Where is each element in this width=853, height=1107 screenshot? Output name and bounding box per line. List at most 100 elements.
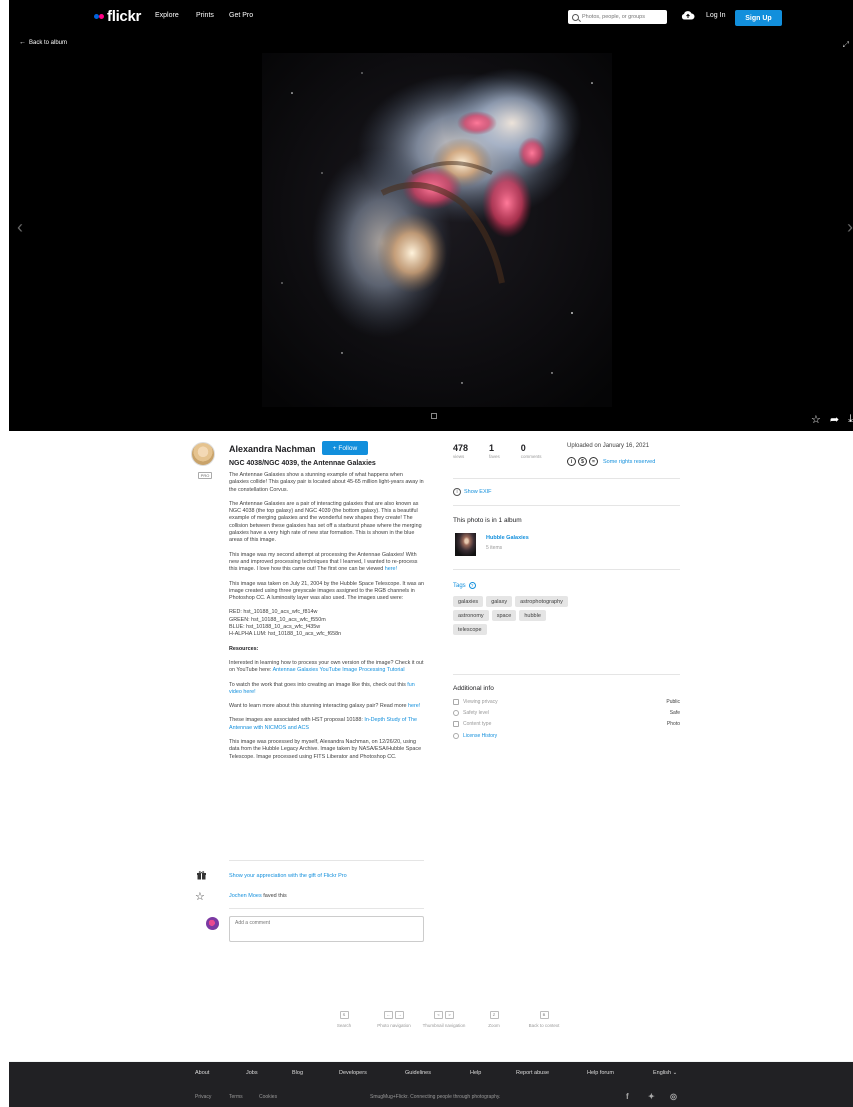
back-to-album-link[interactable]: ← Back to album	[19, 39, 67, 46]
desc-paragraph: The Antennae Galaxies are a pair of inte…	[229, 500, 422, 544]
logo-dots-icon	[94, 14, 104, 19]
star-icon: ☆	[195, 891, 205, 903]
footer-tagline: SmugMug+Flickr. Connecting people throug…	[370, 1094, 501, 1100]
signup-button[interactable]: Sign Up	[735, 10, 782, 26]
flickr-logo[interactable]: flickr	[94, 8, 141, 25]
tag[interactable]: astronomy	[453, 610, 489, 621]
facebook-icon[interactable]: f	[626, 1092, 629, 1101]
search-box[interactable]	[568, 10, 667, 24]
photo-stats: 478 views 1 faves 0 comments	[453, 443, 542, 459]
footer-privacy[interactable]: Privacy	[195, 1094, 211, 1100]
footer-report-abuse[interactable]: Report abuse	[516, 1070, 549, 1076]
photo-description: The Antennae Galaxies show a stunning ex…	[229, 472, 424, 768]
desc-paragraph: Interested in learning how to process yo…	[229, 659, 424, 674]
desc-paragraph: The Antennae Galaxies show a stunning ex…	[229, 472, 424, 493]
info-icon: i	[453, 488, 461, 496]
image-icon	[453, 721, 459, 727]
nav-explore[interactable]: Explore	[155, 12, 179, 19]
tag[interactable]: astrophotography	[515, 596, 568, 607]
page: flickr Explore Prints Get Pro Log In Sig…	[9, 0, 853, 1107]
tags-list: galaxies galaxy astrophotography astrono…	[453, 596, 573, 635]
footer-help[interactable]: Help	[470, 1070, 481, 1076]
top-nav: flickr Explore Prints Get Pro Log In Sig…	[9, 0, 853, 32]
footer-help-forum[interactable]: Help forum	[587, 1070, 614, 1076]
divider	[453, 674, 680, 675]
divider	[229, 860, 424, 861]
stat-faves[interactable]: 1 faves	[489, 443, 500, 459]
rights-link[interactable]: Some rights reserved	[603, 459, 655, 465]
desc-paragraph: These images are associated with HST pro…	[229, 717, 417, 731]
footer-terms[interactable]: Terms	[229, 1094, 243, 1100]
help-icon[interactable]: ?	[468, 582, 476, 589]
shortcut-search: S Search	[319, 1011, 369, 1029]
footer-about[interactable]: About	[195, 1070, 209, 1076]
first-version-link[interactable]: here!	[385, 566, 397, 572]
tag[interactable]: space	[491, 610, 517, 621]
share-icon[interactable]: ➦	[830, 413, 839, 426]
shortcut-zoom: Z Zoom	[469, 1011, 519, 1029]
tag[interactable]: galaxies	[453, 596, 484, 607]
twitter-icon[interactable]: ✦	[648, 1092, 655, 1101]
author-name[interactable]: Alexandra Nachman	[229, 444, 316, 454]
album-link[interactable]: Hubble Galaxies	[486, 535, 529, 541]
upload-date: Uploaded on January 16, 2021	[567, 443, 650, 449]
footer-cookies[interactable]: Cookies	[259, 1094, 277, 1100]
tags-heading[interactable]: Tags ?	[453, 582, 476, 589]
footer-blog[interactable]: Blog	[292, 1070, 303, 1076]
footer-jobs[interactable]: Jobs	[246, 1070, 258, 1076]
footer-developers[interactable]: Developers	[339, 1070, 367, 1076]
fullscreen-icon[interactable]	[431, 413, 437, 419]
footer-bottom: Privacy Terms Cookies SmugMug+Flickr. Co…	[9, 1092, 853, 1102]
license-history-link[interactable]: License History	[453, 733, 497, 739]
youtube-tutorial-link[interactable]: Antennae Galaxies YouTube Image Processi…	[273, 667, 405, 673]
divider	[453, 505, 680, 506]
gift-icon	[197, 871, 206, 880]
nav-get-pro[interactable]: Get Pro	[229, 12, 253, 19]
viewer-actions: ☆ ➦ ⤓	[811, 413, 853, 426]
download-icon[interactable]: ⤓	[848, 413, 853, 426]
key-cap: <	[434, 1011, 443, 1019]
nav-prints[interactable]: Prints	[196, 12, 214, 19]
expand-icon[interactable]: ⤢	[843, 40, 849, 50]
faver-link[interactable]: Jochen Moes	[229, 893, 262, 899]
divider	[229, 908, 424, 909]
check-circle-icon	[453, 710, 459, 716]
cc-by-icon: i	[567, 457, 576, 466]
shortcut-label: Zoom	[488, 1023, 500, 1028]
login-link[interactable]: Log In	[706, 12, 725, 19]
pro-badge: PRO	[198, 472, 212, 479]
language-select[interactable]: English ⌄	[653, 1070, 677, 1076]
author-avatar[interactable]	[191, 442, 215, 466]
arrow-left-icon: ←	[19, 39, 26, 46]
cc-nd-icon: =	[589, 457, 598, 466]
desc-filters: RED: hst_10188_10_acs_wfc_f814w GREEN: h…	[229, 609, 342, 638]
key-cap: Z	[489, 1011, 499, 1019]
shortcut-photo-nav: ← → Photo navigation	[369, 1011, 419, 1029]
tag[interactable]: galaxy	[486, 596, 513, 607]
tag[interactable]: hubble	[519, 610, 546, 621]
divider	[453, 569, 680, 570]
search-input[interactable]	[582, 14, 662, 20]
upload-cloud-icon[interactable]	[681, 10, 695, 20]
instagram-icon[interactable]: ◎	[670, 1092, 677, 1101]
footer-guidelines[interactable]: Guidelines	[405, 1070, 431, 1076]
fave-star-icon[interactable]: ☆	[811, 413, 821, 426]
album-thumbnail[interactable]	[455, 533, 476, 556]
clock-icon	[453, 733, 459, 739]
shortcut-back: B Back to context	[519, 1011, 569, 1029]
stat-comments: 0 comments	[520, 443, 542, 459]
album-count: 5 items	[486, 545, 503, 551]
key-cap: ←	[384, 1011, 393, 1019]
follow-button[interactable]: + Follow	[322, 441, 368, 455]
show-exif-link[interactable]: i Show EXIF	[453, 488, 492, 496]
next-photo-icon[interactable]: ›	[847, 217, 853, 238]
prev-photo-icon[interactable]: ‹	[17, 217, 23, 238]
gift-pro-link[interactable]: Show your appreciation with the gift of …	[229, 873, 347, 879]
tag[interactable]: telescope	[453, 624, 487, 635]
info-row-privacy: Viewing privacy Public	[453, 699, 680, 705]
main-photo[interactable]	[262, 53, 612, 407]
search-icon	[572, 13, 579, 21]
read-more-link[interactable]: here!	[408, 703, 420, 709]
license-history-label: License History	[463, 733, 498, 739]
comment-input[interactable]	[229, 916, 424, 942]
